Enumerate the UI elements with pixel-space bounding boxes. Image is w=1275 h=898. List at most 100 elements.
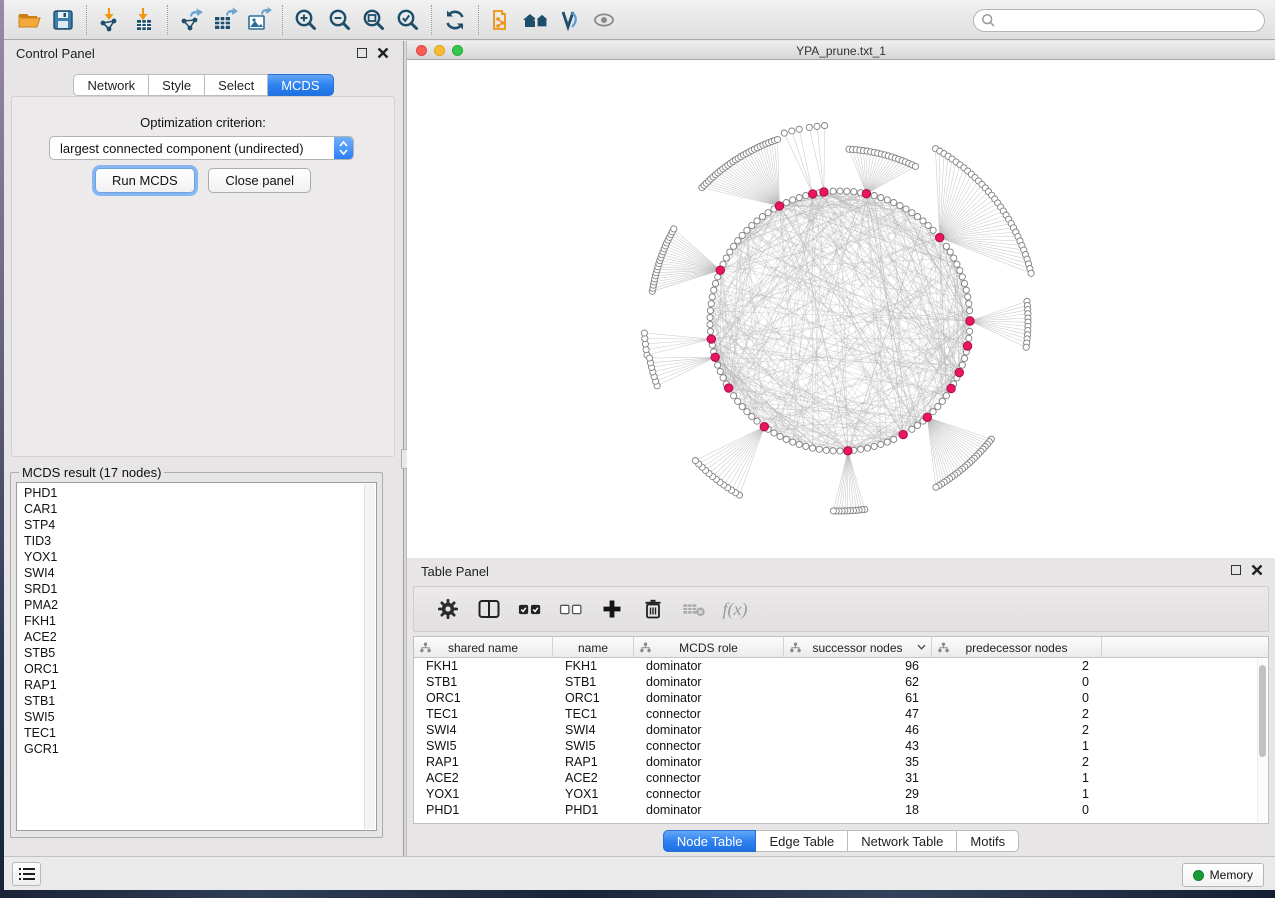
table-cell[interactable]: 61 (784, 690, 932, 706)
table-row[interactable]: STB1STB1dominator620 (414, 674, 1256, 690)
tab-network[interactable]: Network (73, 74, 149, 96)
table-cell[interactable]: FKH1 (414, 658, 553, 674)
table-cell[interactable]: dominator (634, 690, 784, 706)
criterion-select[interactable]: largest connected component (undirected) (49, 136, 354, 160)
table-cell[interactable]: 62 (784, 674, 932, 690)
home-button[interactable] (520, 4, 552, 36)
table-cell[interactable]: 35 (784, 754, 932, 770)
table-row[interactable]: PHD1PHD1dominator180 (414, 802, 1256, 818)
table-cell[interactable]: ACE2 (553, 770, 634, 786)
mcds-result-item[interactable]: GCR1 (24, 741, 376, 757)
table-cell[interactable]: 2 (932, 658, 1102, 674)
mcds-result-item[interactable]: SWI5 (24, 709, 376, 725)
table-cell[interactable]: SWI5 (553, 738, 634, 754)
run-mcds-button[interactable]: Run MCDS (95, 168, 195, 193)
table-cell[interactable]: 1 (932, 786, 1102, 802)
mcds-result-item[interactable]: SRD1 (24, 581, 376, 597)
table-cell[interactable]: YOX1 (414, 786, 553, 802)
close-panel-icon[interactable] (377, 47, 389, 59)
mcds-result-item[interactable]: PHD1 (24, 485, 376, 501)
float-panel-icon[interactable] (357, 48, 367, 58)
table-cell[interactable]: connector (634, 770, 784, 786)
zoom-selected-button[interactable] (392, 4, 424, 36)
mcds-result-item[interactable]: CAR1 (24, 501, 376, 517)
table-cell[interactable]: 0 (932, 690, 1102, 706)
import-network-button[interactable] (94, 4, 126, 36)
share-network-document-button[interactable] (486, 4, 518, 36)
table-cell[interactable]: ORC1 (553, 690, 634, 706)
table-cell[interactable]: FKH1 (553, 658, 634, 674)
table-cell[interactable]: 0 (932, 802, 1102, 818)
table-cell[interactable]: PHD1 (553, 802, 634, 818)
mcds-result-item[interactable]: TEC1 (24, 725, 376, 741)
table-row[interactable]: FKH1FKH1dominator962 (414, 658, 1256, 674)
table-scrollbar[interactable] (1257, 659, 1267, 822)
table-cell[interactable]: ACE2 (414, 770, 553, 786)
table-cell[interactable]: 96 (784, 658, 932, 674)
export-table-button[interactable] (209, 4, 241, 36)
export-image-button[interactable] (243, 4, 275, 36)
import-table-button[interactable] (128, 4, 160, 36)
table-cell[interactable]: 2 (932, 754, 1102, 770)
table-cell[interactable]: 2 (932, 706, 1102, 722)
search-input[interactable] (996, 12, 1264, 30)
table-cell[interactable]: dominator (634, 674, 784, 690)
table-cell[interactable]: TEC1 (553, 706, 634, 722)
list-scrollbar[interactable] (364, 484, 375, 829)
table-row[interactable]: TEC1TEC1connector472 (414, 706, 1256, 722)
tab-mcds[interactable]: MCDS (268, 74, 333, 96)
table-cell[interactable]: 46 (784, 722, 932, 738)
show-graphics-details-button[interactable] (588, 4, 620, 36)
vizmapper-button[interactable] (554, 4, 586, 36)
mcds-result-item[interactable]: TID3 (24, 533, 376, 549)
table-cell[interactable]: TEC1 (414, 706, 553, 722)
mcds-result-item[interactable]: FKH1 (24, 613, 376, 629)
table-cell[interactable]: connector (634, 738, 784, 754)
table-cell[interactable]: ORC1 (414, 690, 553, 706)
mcds-result-item[interactable]: STB5 (24, 645, 376, 661)
save-button[interactable] (47, 4, 79, 36)
float-panel-icon[interactable] (1231, 565, 1241, 575)
table-cell[interactable]: RAP1 (414, 754, 553, 770)
search-box[interactable] (973, 9, 1265, 32)
table-cell[interactable]: connector (634, 786, 784, 802)
table-cell[interactable]: SWI4 (553, 722, 634, 738)
column-header-name[interactable]: name (553, 637, 634, 658)
table-cell[interactable]: SWI4 (414, 722, 553, 738)
delete-table-button[interactable] (682, 597, 706, 621)
table-cell[interactable]: dominator (634, 754, 784, 770)
table-cell[interactable]: 0 (932, 674, 1102, 690)
zoom-out-button[interactable] (324, 4, 356, 36)
apply-function-button[interactable]: f(x) (723, 597, 747, 621)
delete-column-button[interactable] (641, 597, 665, 621)
tab-network-table[interactable]: Network Table (848, 830, 957, 852)
network-canvas[interactable] (407, 60, 1275, 558)
table-cell[interactable]: dominator (634, 722, 784, 738)
mcds-result-item[interactable]: YOX1 (24, 549, 376, 565)
table-settings-button[interactable] (436, 597, 460, 621)
add-column-button[interactable] (600, 597, 624, 621)
select-all-button[interactable] (518, 597, 542, 621)
mcds-result-item[interactable]: ACE2 (24, 629, 376, 645)
split-view-button[interactable] (477, 597, 501, 621)
table-row[interactable]: SWI4SWI4dominator462 (414, 722, 1256, 738)
table-row[interactable]: SWI5SWI5connector431 (414, 738, 1256, 754)
mcds-result-item[interactable]: STP4 (24, 517, 376, 533)
table-cell[interactable]: RAP1 (553, 754, 634, 770)
table-cell[interactable]: 31 (784, 770, 932, 786)
table-cell[interactable]: dominator (634, 802, 784, 818)
mcds-result-item[interactable]: ORC1 (24, 661, 376, 677)
table-row[interactable]: RAP1RAP1dominator352 (414, 754, 1256, 770)
table-cell[interactable]: 1 (932, 738, 1102, 754)
tab-edge-table[interactable]: Edge Table (756, 830, 848, 852)
column-header-shared-name[interactable]: shared name (414, 637, 553, 658)
table-cell[interactable]: dominator (634, 658, 784, 674)
tab-node-table[interactable]: Node Table (663, 830, 757, 852)
mcds-result-item[interactable]: RAP1 (24, 677, 376, 693)
apply-layout-button[interactable] (439, 4, 471, 36)
table-cell[interactable]: 18 (784, 802, 932, 818)
tab-motifs[interactable]: Motifs (957, 830, 1019, 852)
tab-select[interactable]: Select (205, 74, 268, 96)
column-header-predecessor-nodes[interactable]: predecessor nodes (932, 637, 1102, 658)
mcds-result-list[interactable]: PHD1CAR1STP4TID3YOX1SWI4SRD1PMA2FKH1ACE2… (16, 482, 377, 831)
